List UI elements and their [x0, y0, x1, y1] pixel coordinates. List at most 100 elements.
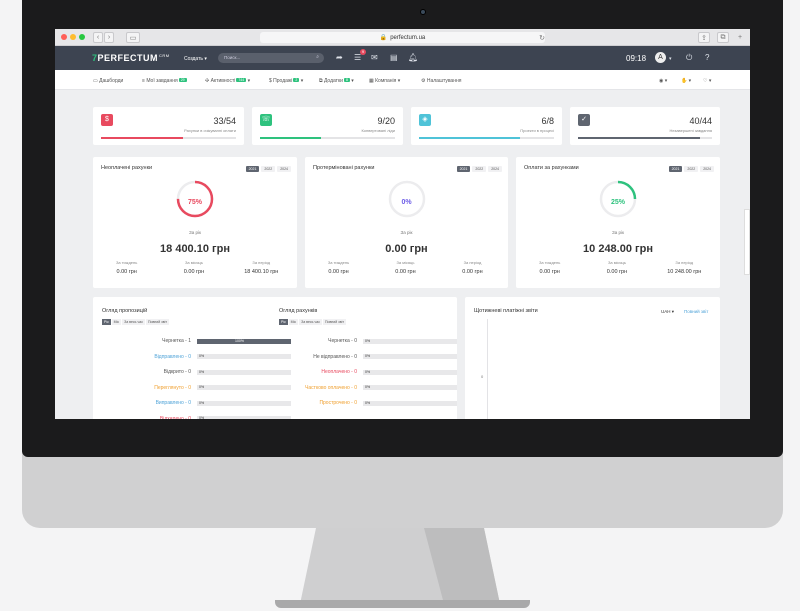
year-tab[interactable]: 2024 [700, 166, 714, 172]
year-tab[interactable]: 2021 [245, 166, 260, 172]
status-bar: 0% [363, 338, 457, 344]
year-tab[interactable]: 2024 [488, 166, 502, 172]
power-icon[interactable]: ⏻ [686, 53, 692, 63]
menu-badge: 744 [236, 78, 247, 82]
check-icon: ✓ [578, 114, 590, 126]
dashboard-content: $ 33/54 Рахунки в очікуванні оплати ☏ 9/… [55, 91, 750, 419]
status-bar: 0% [363, 369, 457, 375]
forward-icon[interactable]: › [104, 32, 114, 43]
period-label: За рік [400, 230, 413, 235]
menu-item-activities[interactable]: ✣ Активності 744 ▾ [205, 78, 250, 84]
chevron-down-icon[interactable]: ▾ [669, 56, 672, 62]
logo-sup: CRM [159, 53, 170, 58]
panel-title: Протерміновані рахунки [313, 165, 375, 171]
year-tab[interactable]: 2021 [668, 166, 683, 172]
sub-value: 0.00 грн [116, 269, 137, 275]
main-menu: ▭ Дашборди ≡ Мої завдання 29 ✣ Активності… [55, 70, 750, 90]
minimize-window-icon[interactable] [70, 34, 76, 40]
status-bar: 0% [363, 354, 457, 359]
panel-overdue-invoices: Протерміновані рахунки 2021 2022 2024 0% З… [305, 157, 508, 288]
menu-item-sales[interactable]: $ Продажі 2 ▾ [269, 78, 303, 84]
avatar[interactable]: A [655, 52, 666, 63]
menu-label: Компанія [375, 78, 397, 84]
stat-card-leads[interactable]: ☏ 9/20 Конвертовані ліди [252, 107, 403, 145]
year-tab[interactable]: 2024 [277, 166, 291, 172]
tab-year[interactable]: Рік [102, 319, 111, 325]
new-tab-icon[interactable]: + [735, 32, 745, 43]
hand-icon[interactable]: ✋ ▾ [681, 78, 691, 84]
heart-icon[interactable]: ♡ ▾ [703, 78, 711, 84]
sub-month: За місяць 0.00 грн [372, 260, 439, 275]
full-report-link[interactable]: Повний звіт [684, 309, 708, 314]
sub-value: 10 248.00 грн [667, 269, 702, 275]
proposals-title: Огляд пропозицій [102, 308, 148, 314]
side-panel-tab[interactable] [744, 209, 750, 275]
status-label: Відправлено - 0 [154, 353, 191, 360]
app-logo[interactable]: 7PERFECTUMCRM [92, 53, 170, 63]
menu-item-settings[interactable]: ⚙ Налаштування [421, 78, 461, 84]
sidebar-toggle-icon[interactable]: ▭ [126, 32, 140, 43]
menu-item-dashboards[interactable]: ▭ Дашборди [93, 78, 123, 84]
bell-icon[interactable]: 🔔︎ [408, 53, 418, 62]
reload-icon[interactable]: ↻ [537, 32, 547, 43]
tab-year[interactable]: Рік [279, 319, 288, 325]
view-icon[interactable]: ◉ ▾ [659, 78, 667, 84]
status-row: Чернетка - 0 0% [287, 338, 457, 344]
tab-month[interactable]: Міс [111, 319, 122, 325]
year-tab[interactable]: 2022 [261, 166, 276, 172]
tab-all-time[interactable]: За весь час [122, 319, 145, 325]
clock-time: 09:18 [626, 54, 647, 63]
stat-card-unpaid[interactable]: $ 33/54 Рахунки в очікуванні оплати [93, 107, 244, 145]
panel-unpaid-invoices: Неоплачені рахунки 2021 2022 2024 75% За р… [93, 157, 297, 288]
sub-period: За період 0.00 грн [439, 260, 506, 275]
tab-full-report[interactable]: Повний звіт [145, 319, 169, 325]
status-row: Неоплачено - 0 0% [287, 369, 457, 375]
logo-text: PERFECTUM [97, 53, 159, 63]
tab-full-report[interactable]: Повний звіт [322, 319, 346, 325]
stat-card-projects[interactable]: ◈ 6/8 Проекти в процесі [411, 107, 562, 145]
menu-item-my-tasks[interactable]: ≡ Мої завдання 29 [142, 78, 187, 84]
stat-progress [578, 137, 712, 139]
sub-week: За тиждень 0.00 грн [305, 260, 372, 275]
tab-all-time[interactable]: За весь час [299, 319, 322, 325]
tab-month[interactable]: Міс [288, 319, 299, 325]
year-tab[interactable]: 2022 [472, 166, 487, 172]
status-bar: 100% [197, 338, 291, 344]
address-bar[interactable]: 🔒 perfectum.ua [260, 32, 545, 43]
maximize-window-icon[interactable] [79, 34, 85, 40]
stat-value: 33/54 [213, 116, 236, 126]
status-bar: 0% [363, 400, 457, 406]
year-tabs: 2021 2022 2024 [456, 166, 502, 172]
back-icon[interactable]: ‹ [93, 32, 103, 43]
status-label: Неоплачено - 0 [321, 369, 357, 375]
sub-month: За місяць 0.00 грн [583, 260, 650, 275]
search-input[interactable]: Поиск... ⌕ [218, 53, 324, 63]
layers-icon: ◈ [419, 114, 431, 126]
year-tab[interactable]: 2022 [684, 166, 699, 172]
close-window-icon[interactable] [61, 34, 67, 40]
share-icon[interactable]: ⇪ [698, 32, 710, 43]
year-tabs: 2021 2022 2024 [245, 166, 291, 172]
sub-period: За період 18 400.10 грн [228, 260, 295, 275]
menu-label: Налаштування [426, 78, 462, 84]
share-arrow-icon[interactable]: ➦ [336, 53, 343, 62]
menu-item-company[interactable]: ▦ Компанія ▾ [369, 78, 400, 84]
stat-card-tasks[interactable]: ✓ 40/44 Незавершені завдання [570, 107, 720, 145]
menu-item-addons[interactable]: ⧉ Додатки 8 ▾ [319, 78, 354, 84]
tasks-icon[interactable]: ☰ [354, 53, 361, 62]
create-menu[interactable]: Создать ▾ [184, 56, 207, 62]
help-icon[interactable]: ? [705, 53, 709, 62]
stat-value: 9/20 [377, 116, 395, 126]
year-tab[interactable]: 2021 [456, 166, 471, 172]
monitor-foot [275, 600, 530, 608]
stat-value: 6/8 [541, 116, 554, 126]
status-label: Частково оплачено - 0 [305, 384, 357, 391]
currency-select[interactable]: UAH ▾ [661, 309, 674, 315]
tabs-icon[interactable]: ⧉ [717, 32, 729, 43]
ring-percent: 0% [401, 199, 412, 206]
sub-value: 0.00 грн [328, 269, 349, 275]
status-bar-fill [197, 338, 291, 344]
document-icon[interactable]: ▤ [390, 53, 398, 62]
status-bar: 0% [197, 416, 291, 419]
mail-icon[interactable]: ✉ [371, 53, 378, 62]
